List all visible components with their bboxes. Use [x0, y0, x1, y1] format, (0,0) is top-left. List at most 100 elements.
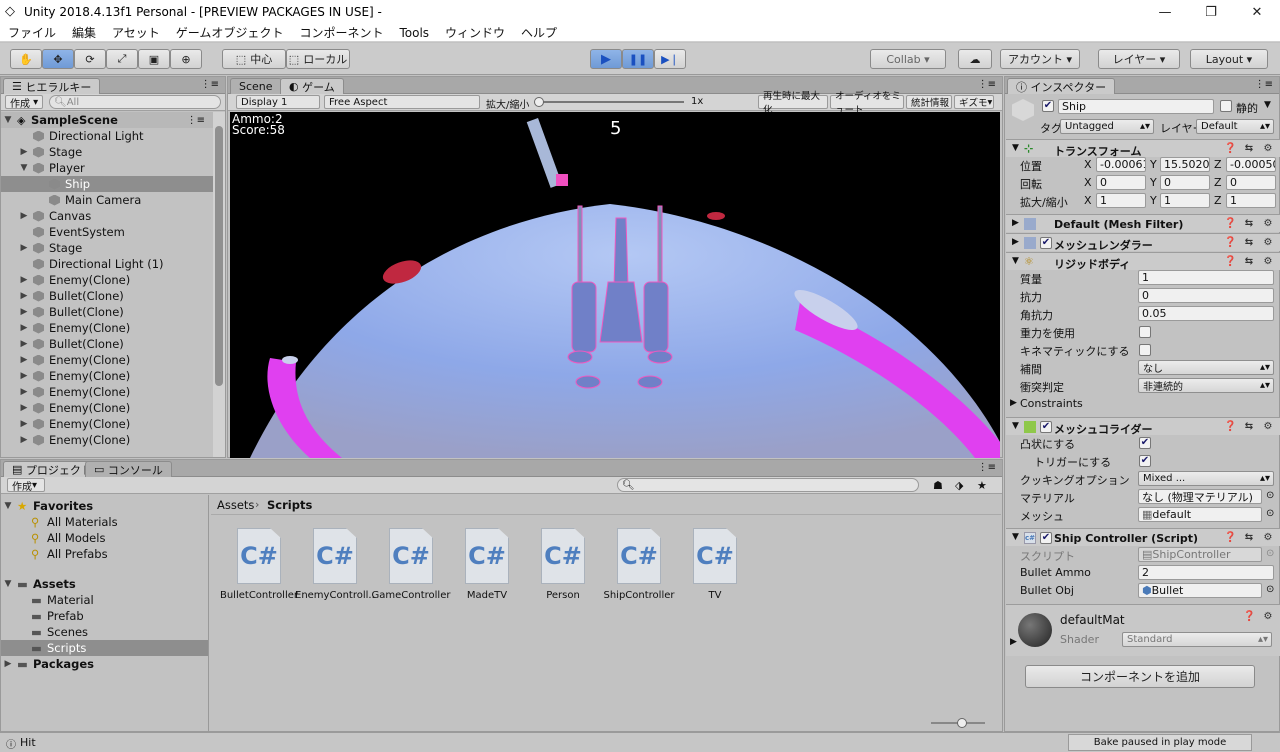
scene-row[interactable]: ▼ ◈ SampleScene ⋮≡ [1, 112, 213, 128]
scl-y-field[interactable]: 1 [1160, 193, 1210, 208]
expand-arrow-icon[interactable]: ▶ [19, 291, 29, 301]
collab-button[interactable]: Collab ▾ [870, 49, 946, 69]
hierarchy-item[interactable]: Ship [1, 176, 213, 192]
aspect-dropdown[interactable]: Free Aspect [324, 95, 480, 109]
file-label[interactable]: TV [675, 590, 755, 601]
stats-toggle[interactable]: 統計情報 [906, 95, 952, 109]
expand-arrow-icon[interactable]: ▶ [19, 419, 29, 429]
use-gravity-checkbox[interactable] [1139, 326, 1151, 338]
cooking-options-dropdown[interactable]: Mixed ... ▴▾ [1138, 471, 1274, 486]
expand-arrow-icon[interactable]: ▶ [19, 323, 29, 333]
bullet-obj-field[interactable]: ⬢ Bullet [1138, 583, 1262, 598]
collapse-arrow-icon[interactable]: ▼ [1012, 532, 1019, 542]
preset-icon[interactable]: ⇆ [1243, 532, 1255, 544]
object-picker-icon[interactable]: ⊙ [1266, 584, 1274, 595]
hierarchy-item[interactable]: ▶ Stage [1, 240, 213, 256]
mass-field[interactable]: 1 [1138, 270, 1274, 285]
breadcrumb-root[interactable]: Assets [217, 498, 254, 512]
expand-arrow-icon[interactable]: ▶ [1012, 218, 1019, 228]
angular-drag-field[interactable]: 0.05 [1138, 306, 1274, 321]
expand-arrow-icon[interactable]: ▼ [3, 115, 13, 125]
file-label[interactable]: GameController [371, 590, 451, 601]
step-button[interactable]: ▶❘ [654, 49, 686, 69]
constraints-foldout[interactable]: Constraints [1020, 397, 1083, 410]
expand-arrow-icon[interactable]: ▶ [19, 147, 29, 157]
mesh-field[interactable]: ▦ default [1138, 507, 1262, 522]
rot-y-field[interactable]: 0 [1160, 175, 1210, 190]
hierarchy-item[interactable]: ▶ Bullet(Clone) [1, 288, 213, 304]
menu-help[interactable]: ヘルプ [513, 24, 565, 41]
preset-icon[interactable]: ⇆ [1243, 218, 1255, 230]
pivot-local-button[interactable]: ⬚ ローカル [286, 49, 350, 69]
scl-z-field[interactable]: 1 [1226, 193, 1276, 208]
hierarchy-item[interactable]: ▶ Enemy(Clone) [1, 320, 213, 336]
favorite-star-icon[interactable]: ★ [977, 479, 987, 492]
is-trigger-checkbox[interactable]: ✔ [1139, 455, 1151, 467]
close-button[interactable]: ✕ [1234, 0, 1280, 24]
project-create-button[interactable]: 作成 ▾ [7, 478, 45, 493]
tab-scene[interactable]: Scene [230, 78, 282, 94]
is-kinematic-checkbox[interactable] [1139, 344, 1151, 356]
hierarchy-item[interactable]: ▶ Stage [1, 144, 213, 160]
expand-arrow-icon[interactable]: ▶ [19, 275, 29, 285]
folder-material[interactable]: ▬ Material [1, 592, 196, 608]
expand-arrow-icon[interactable]: ▶ [19, 307, 29, 317]
hierarchy-scrollbar[interactable] [213, 112, 225, 457]
gear-icon[interactable]: ⚙ [1262, 143, 1274, 155]
hierarchy-item[interactable]: ▶ Enemy(Clone) [1, 368, 213, 384]
transform-header[interactable]: ▼ ⊹ トランスフォーム ❓ ⇆ ⚙ [1006, 139, 1280, 158]
folder-scenes[interactable]: ▬ Scenes [1, 624, 196, 640]
help-icon[interactable]: ❓ [1224, 218, 1236, 230]
play-button[interactable]: ▶ [590, 49, 622, 69]
move-tool-button[interactable]: ✥ [42, 49, 74, 69]
collision-detection-dropdown[interactable]: 非連続的 ▴▾ [1138, 378, 1274, 393]
cloud-button[interactable]: ☁ [958, 49, 992, 69]
hierarchy-item[interactable]: Directional Light [1, 128, 213, 144]
tab-console[interactable]: ▭ コンソール [85, 461, 172, 477]
object-picker-icon[interactable]: ⊙ [1266, 490, 1274, 501]
help-icon[interactable]: ❓ [1224, 143, 1236, 155]
filter-type-icon[interactable]: ☗ [933, 479, 943, 492]
assets-row[interactable]: ▼ ▬ Assets [1, 576, 196, 592]
collapse-arrow-icon[interactable]: ▼ [1012, 143, 1019, 153]
expand-arrow-icon[interactable]: ▶ [19, 339, 29, 349]
expand-arrow-icon[interactable]: ▶ [1010, 398, 1017, 408]
mesh-renderer-enabled-checkbox[interactable]: ✔ [1040, 237, 1052, 249]
scrollbar-thumb[interactable] [215, 126, 223, 386]
scale-tool-button[interactable]: ⤢ [106, 49, 138, 69]
tab-inspector[interactable]: ⓘ インスペクター [1007, 78, 1116, 94]
help-icon[interactable]: ❓ [1224, 532, 1236, 544]
collapse-arrow-icon[interactable]: ▼ [1012, 421, 1019, 431]
project-search-input[interactable]: 🔍︎ [617, 478, 919, 492]
preset-icon[interactable]: ⇆ [1243, 143, 1255, 155]
expand-arrow-icon[interactable]: ▶ [19, 403, 29, 413]
gear-icon[interactable]: ⚙ [1262, 256, 1274, 268]
menu-edit[interactable]: 編集 [64, 24, 104, 41]
static-dropdown-icon[interactable]: ▼ [1264, 100, 1271, 110]
help-icon[interactable]: ❓ [1224, 256, 1236, 268]
object-picker-icon[interactable]: ⊙ [1266, 508, 1274, 519]
panel-menu-icon[interactable]: ⋮≡ [978, 462, 996, 473]
cs-script-file-icon[interactable]: C# [465, 528, 509, 584]
help-icon[interactable]: ❓ [1224, 421, 1236, 433]
mesh-collider-enabled-checkbox[interactable]: ✔ [1040, 421, 1052, 433]
hierarchy-item[interactable]: ▶ Enemy(Clone) [1, 432, 213, 448]
pos-y-field[interactable]: 15.50208 [1160, 157, 1210, 172]
preset-icon[interactable]: ⇆ [1243, 256, 1255, 268]
panel-menu-icon[interactable]: ⋮≡ [1255, 79, 1273, 90]
tag-dropdown[interactable]: Untagged ▴▾ [1060, 119, 1154, 134]
maximize-button[interactable]: ❐ [1188, 0, 1234, 24]
packages-row[interactable]: ▶ ▬ Packages [1, 656, 196, 672]
expand-arrow-icon[interactable]: ▶ [19, 371, 29, 381]
hierarchy-item[interactable]: ▶ Bullet(Clone) [1, 336, 213, 352]
cs-script-file-icon[interactable]: C# [389, 528, 433, 584]
filter-label-icon[interactable]: ⬗ [955, 479, 963, 492]
expand-arrow-icon[interactable]: ▶ [1012, 237, 1019, 247]
collapse-arrow-icon[interactable]: ▼ [19, 163, 29, 173]
hand-tool-button[interactable]: ✋ [10, 49, 42, 69]
tab-game[interactable]: ◐ ゲーム [280, 78, 344, 94]
interpolate-dropdown[interactable]: なし ▴▾ [1138, 360, 1274, 375]
cs-script-file-icon[interactable]: C# [693, 528, 737, 584]
pos-x-field[interactable]: -0.00061 [1096, 157, 1146, 172]
folder-prefab[interactable]: ▬ Prefab [1, 608, 196, 624]
